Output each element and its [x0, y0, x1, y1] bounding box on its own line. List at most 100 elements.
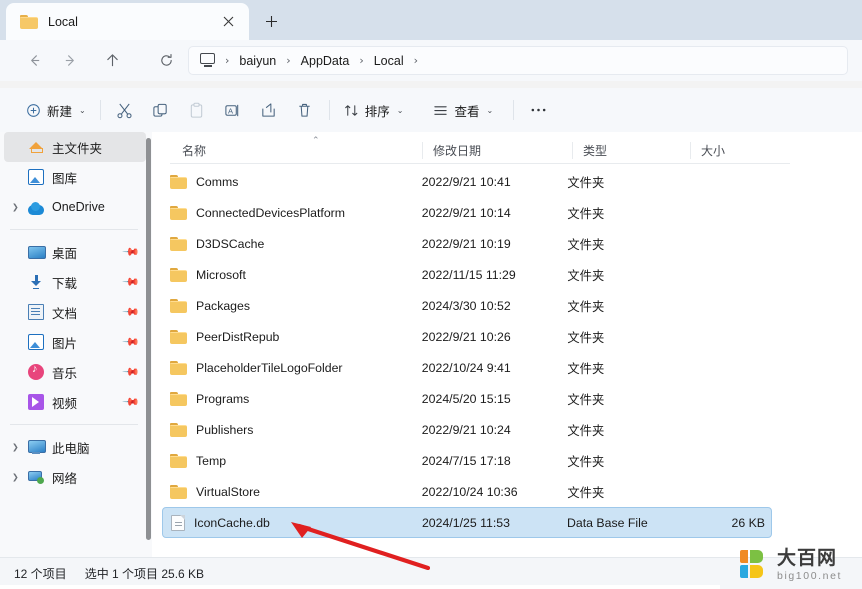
sidebar-item-6[interactable]: 图片 📌 — [4, 327, 146, 357]
file-date-cell: 2022/9/21 10:41 — [421, 174, 511, 189]
arrow-left-icon[interactable] — [18, 45, 50, 77]
file-name-cell: Programs — [170, 391, 420, 406]
file-name-label: Packages — [196, 298, 251, 313]
cut-button[interactable] — [107, 94, 143, 126]
chevron-right-icon[interactable]: ❯ — [12, 443, 19, 452]
sidebar-item-label: 桌面 — [52, 246, 78, 261]
sort-button-label: 排序 — [364, 104, 390, 119]
table-row[interactable]: Comms 2022/9/21 10:41 文件夹 — [162, 166, 772, 197]
sidebar-item-7[interactable]: 音乐 📌 — [4, 357, 146, 387]
navigation-pane: 主文件夹图库 ❯ OneDrive 桌面 📌 下载 📌 文档 📌 图片 📌 音乐 📌 视频 📌 ❯ 此电脑 ❯ 网络 — [0, 132, 152, 557]
breadcrumb-baiyun[interactable]: baiyun — [234, 52, 281, 70]
sidebar-item-3[interactable]: 桌面 📌 — [4, 237, 146, 267]
new-button[interactable]: 新建 ⌄ — [18, 94, 94, 126]
table-row[interactable]: Programs 2024/5/20 15:15 文件夹 — [162, 383, 772, 414]
breadcrumb-separator: › — [286, 54, 291, 67]
sidebar-item-label: 文档 — [52, 306, 78, 321]
ellipsis-icon — [531, 108, 546, 112]
rename-button[interactable]: A — [215, 94, 251, 126]
sidebar-item-label: 音乐 — [52, 366, 78, 381]
breadcrumb-separator: › — [359, 54, 364, 67]
view-button[interactable]: 查看 ⌄ — [425, 94, 501, 126]
file-type-cell: 文件夹 — [567, 299, 605, 314]
cloud-icon — [28, 202, 44, 215]
big100-logo-icon — [740, 550, 770, 580]
new-tab-button[interactable] — [258, 8, 284, 34]
column-header-size[interactable]: 大小 — [690, 142, 790, 159]
file-type-cell: 文件夹 — [567, 361, 605, 376]
file-name-label: ConnectedDevicesPlatform — [196, 205, 345, 220]
table-row[interactable]: PlaceholderTileLogoFolder 2022/10/24 9:41… — [162, 352, 772, 383]
table-row[interactable]: VirtualStore 2022/10/24 10:36 文件夹 — [162, 476, 772, 507]
column-header-name[interactable]: 名称 ⌃ — [170, 136, 422, 159]
sidebar-scrollbar[interactable] — [146, 138, 151, 540]
divider — [99, 100, 101, 120]
more-options-button[interactable] — [520, 94, 556, 126]
table-row[interactable]: PeerDistRepub 2022/9/21 10:26 文件夹 — [162, 321, 772, 352]
file-name-label: IconCache.db — [194, 515, 270, 530]
navigation-bar: › baiyun › AppData › Local › — [0, 40, 862, 81]
folder-icon — [20, 14, 38, 29]
file-name-label: VirtualStore — [196, 484, 261, 499]
sidebar-item-label: 图库 — [52, 171, 78, 186]
share-icon — [262, 102, 275, 117]
arrow-right-icon[interactable] — [54, 45, 86, 77]
folder-icon — [170, 236, 187, 251]
rename-icon: A — [225, 104, 239, 116]
breadcrumb-separator: › — [225, 54, 230, 67]
arrow-up-icon[interactable] — [96, 45, 128, 77]
copy-button[interactable] — [143, 94, 179, 126]
sidebar-item-2[interactable]: ❯ OneDrive — [4, 192, 146, 222]
tab-strip: Local — [0, 0, 862, 40]
breadcrumb-appdata[interactable]: AppData — [296, 52, 355, 70]
table-row[interactable]: D3DSCache 2022/9/21 10:19 文件夹 — [162, 228, 772, 259]
gallery-icon — [28, 169, 44, 185]
file-explorer-window: Local › baiyun › AppData › Local › 新建 ⌄ … — [0, 0, 862, 589]
file-name-cell: PeerDistRepub — [170, 329, 420, 344]
file-name-cell: Comms — [170, 174, 420, 189]
sidebar-item-0[interactable]: 主文件夹 — [4, 132, 146, 162]
table-row[interactable]: Packages 2024/3/30 10:52 文件夹 — [162, 290, 772, 321]
chevron-right-icon[interactable]: ❯ — [12, 203, 19, 212]
table-row[interactable]: Temp 2024/7/15 17:18 文件夹 — [162, 445, 772, 476]
sidebar-item-label: 下载 — [52, 276, 78, 291]
breadcrumb-separator: › — [413, 54, 419, 67]
file-name-cell: Temp — [170, 453, 420, 468]
tab-local[interactable]: Local — [6, 3, 249, 40]
file-name-cell: Publishers — [170, 422, 420, 437]
sidebar-item-10[interactable]: ❯ 网络 — [4, 462, 146, 492]
new-button-label: 新建 — [47, 104, 73, 119]
video-icon — [28, 394, 44, 410]
table-row[interactable]: ConnectedDevicesPlatform 2022/9/21 10:14 文… — [162, 197, 772, 228]
file-name-cell: Packages — [170, 298, 420, 313]
table-row[interactable]: Publishers 2022/9/21 10:24 文件夹 — [162, 414, 772, 445]
sort-button[interactable]: 排序 ⌄ — [336, 94, 412, 126]
pin-icon: 📌 — [121, 243, 140, 262]
folder-icon — [170, 422, 187, 437]
sidebar-item-5[interactable]: 文档 📌 — [4, 297, 146, 327]
folder-icon — [170, 360, 187, 375]
table-row[interactable]: Microsoft 2022/11/15 11:29 文件夹 — [162, 259, 772, 290]
refresh-icon[interactable] — [150, 45, 182, 77]
close-icon[interactable] — [217, 11, 239, 33]
file-date-cell: 2024/5/20 15:15 — [421, 391, 511, 406]
folder-icon — [170, 174, 187, 189]
column-header-date[interactable]: 修改日期 — [422, 142, 572, 159]
sidebar-item-1[interactable]: 图库 — [4, 162, 146, 192]
folder-icon — [170, 298, 187, 313]
sidebar-item-8[interactable]: 视频 📌 — [4, 387, 146, 417]
address-bar[interactable]: › baiyun › AppData › Local › — [188, 46, 848, 75]
share-button[interactable] — [251, 94, 287, 126]
breadcrumb-local[interactable]: Local — [369, 52, 409, 70]
folder-icon — [170, 391, 187, 406]
table-row[interactable]: IconCache.db 2024/1/25 11:53 Data Base Fil… — [162, 507, 772, 538]
delete-button[interactable] — [287, 94, 323, 126]
paste-button[interactable] — [179, 94, 215, 126]
sidebar-item-9[interactable]: ❯ 此电脑 — [4, 432, 146, 462]
sidebar-item-4[interactable]: 下载 📌 — [4, 267, 146, 297]
chevron-right-icon[interactable]: ❯ — [12, 473, 19, 482]
file-date-cell: 2022/9/21 10:14 — [421, 205, 511, 220]
pin-icon: 📌 — [121, 273, 140, 292]
column-header-type[interactable]: 类型 — [572, 142, 690, 159]
content-area: 主文件夹图库 ❯ OneDrive 桌面 📌 下载 📌 文档 📌 图片 📌 音乐 📌 视频 📌 ❯ 此电脑 ❯ 网络… — [0, 132, 862, 557]
